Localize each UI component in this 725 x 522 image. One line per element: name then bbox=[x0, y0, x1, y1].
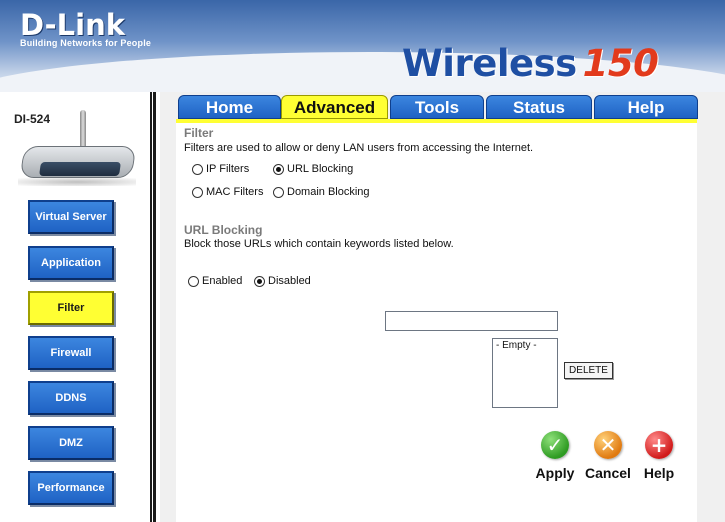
cancel-label: Cancel bbox=[585, 465, 631, 481]
radio-enabled-label: Enabled bbox=[202, 275, 243, 287]
filter-title: Filter bbox=[184, 126, 214, 140]
page: D-Link Building Networks for People Wire… bbox=[0, 0, 725, 522]
tab-advanced[interactable]: Advanced bbox=[281, 95, 388, 119]
dlink-logo: D-Link Building Networks for People bbox=[20, 10, 151, 48]
delete-button[interactable]: DELETE bbox=[564, 362, 613, 379]
product-number: 150 bbox=[582, 42, 659, 85]
header-banner: D-Link Building Networks for People Wire… bbox=[0, 0, 725, 92]
tab-help[interactable]: Help bbox=[594, 95, 698, 119]
vertical-divider bbox=[150, 92, 156, 522]
radio-url-blocking-label: URL Blocking bbox=[287, 163, 354, 175]
apply-label: Apply bbox=[535, 465, 575, 481]
radio-mac-filters[interactable]: MAC Filters bbox=[192, 186, 263, 198]
cancel-button[interactable]: ✕ Cancel bbox=[583, 431, 633, 481]
help-button[interactable]: + Help bbox=[634, 431, 684, 481]
radio-url-blocking-button[interactable] bbox=[273, 163, 284, 175]
url-keyword-input[interactable] bbox=[385, 311, 558, 331]
filter-description: Filters are used to allow or deny LAN us… bbox=[184, 142, 534, 154]
url-keyword-list[interactable]: - Empty - bbox=[492, 338, 558, 408]
checkmark-icon: ✓ bbox=[541, 431, 569, 459]
radio-enabled-button[interactable] bbox=[188, 275, 199, 287]
radio-ip-filters-label: IP Filters bbox=[206, 163, 250, 175]
list-item[interactable]: - Empty - bbox=[493, 339, 557, 351]
radio-domain-blocking[interactable]: Domain Blocking bbox=[273, 186, 370, 198]
sidebar-item-filter[interactable]: Filter bbox=[28, 291, 114, 325]
model-label: DI-524 bbox=[14, 112, 51, 126]
tab-home[interactable]: Home bbox=[178, 95, 281, 119]
radio-ip-filters-button[interactable] bbox=[192, 163, 203, 175]
router-front bbox=[39, 162, 121, 176]
sidebar-item-dmz[interactable]: DMZ bbox=[28, 426, 114, 460]
radio-domain-blocking-label: Domain Blocking bbox=[287, 186, 370, 198]
sidebar-item-performance[interactable]: Performance bbox=[28, 471, 114, 505]
radio-disabled[interactable]: Disabled bbox=[254, 275, 311, 287]
url-blocking-description: Block those URLs which contain keywords … bbox=[184, 238, 454, 250]
sidebar-item-firewall[interactable]: Firewall bbox=[28, 336, 114, 370]
product-title: Wireless 150 bbox=[402, 42, 659, 85]
close-icon: ✕ bbox=[594, 431, 622, 459]
radio-url-blocking[interactable]: URL Blocking bbox=[273, 163, 353, 175]
help-label: Help bbox=[643, 465, 675, 481]
radio-disabled-label: Disabled bbox=[268, 275, 311, 287]
logo-text: D-Link bbox=[20, 8, 125, 42]
radio-domain-blocking-button[interactable] bbox=[273, 186, 284, 198]
radio-mac-filters-label: MAC Filters bbox=[206, 186, 264, 198]
sidebar-item-virtual-server[interactable]: Virtual Server bbox=[28, 200, 114, 234]
tab-status[interactable]: Status bbox=[486, 95, 592, 119]
radio-ip-filters[interactable]: IP Filters bbox=[192, 163, 249, 175]
radio-disabled-button[interactable] bbox=[254, 275, 265, 287]
router-antenna bbox=[80, 110, 86, 150]
product-word: Wireless bbox=[402, 42, 577, 85]
url-blocking-title: URL Blocking bbox=[184, 223, 263, 237]
tab-tools[interactable]: Tools bbox=[390, 95, 484, 119]
logo-tagline: Building Networks for People bbox=[20, 38, 152, 48]
sidebar-item-application[interactable]: Application bbox=[28, 246, 114, 280]
apply-button[interactable]: ✓ Apply bbox=[530, 431, 580, 481]
router-shadow bbox=[18, 178, 136, 186]
plus-icon: + bbox=[645, 431, 673, 459]
radio-enabled[interactable]: Enabled bbox=[188, 275, 242, 287]
sidebar-item-ddns[interactable]: DDNS bbox=[28, 381, 114, 415]
radio-mac-filters-button[interactable] bbox=[192, 186, 203, 198]
